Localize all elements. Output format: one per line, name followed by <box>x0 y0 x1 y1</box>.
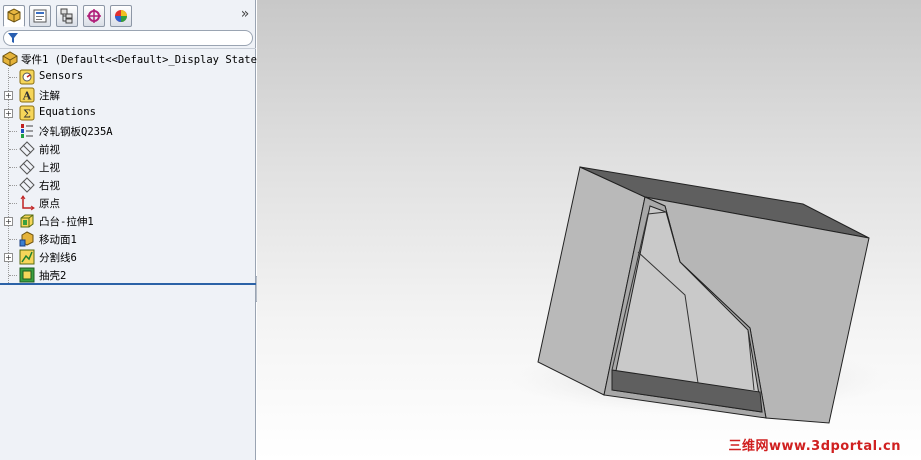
tree-item-label: 前视 <box>39 144 60 156</box>
material-icon <box>21 124 33 138</box>
tree-item-label: 冷轧钢板Q235A <box>39 126 113 138</box>
property-manager-icon <box>33 9 47 23</box>
tree-branch-line <box>9 131 17 132</box>
tree-item-move-face[interactable]: 移动面1 <box>0 230 256 248</box>
origin-icon <box>20 195 35 211</box>
more-tabs-chevron[interactable]: » <box>238 5 252 23</box>
plane-icon <box>19 177 35 193</box>
tree-item-label: 注解 <box>39 90 60 102</box>
tab-feature-tree[interactable] <box>3 5 25 27</box>
svg-text:A: A <box>22 90 32 103</box>
tree-item-top-plane[interactable]: 上视 <box>0 158 256 176</box>
tree-branch-line <box>9 149 17 150</box>
tree-item-label: 凸台-拉伸1 <box>39 216 94 228</box>
tree-item-label: 分割线6 <box>39 252 77 264</box>
tree-item-origin[interactable]: 原点 <box>0 194 256 212</box>
graphics-viewport[interactable]: 三维网www.3dportal.cn <box>257 0 921 460</box>
tree-root-part[interactable]: 零件1 (Default<<Default>_Display State <box>0 50 257 68</box>
tab-dimxpert-manager[interactable] <box>83 5 105 27</box>
feature-manager-tabbar: » <box>0 0 256 30</box>
expand-toggle[interactable]: + <box>4 253 13 262</box>
tab-display-manager[interactable] <box>110 5 132 27</box>
display-manager-icon <box>115 10 127 22</box>
rollback-bar[interactable] <box>0 283 256 285</box>
tab-configuration-manager[interactable] <box>56 5 78 27</box>
tree-item-label: Sensors <box>39 70 84 82</box>
tree-item-right-plane[interactable]: 右视 <box>0 176 256 194</box>
tree-item-shell[interactable]: 抽壳2 <box>0 266 256 284</box>
feature-tree-icon <box>7 8 21 23</box>
tree-item-front-plane[interactable]: 前视 <box>0 140 256 158</box>
split-line-icon <box>19 249 35 265</box>
tree-item-sensors[interactable]: Sensors <box>0 68 256 86</box>
tree-item-boss-extrude[interactable]: + 凸台-拉伸1 <box>0 212 256 230</box>
tree-root-label: 零件1 (Default<<Default>_Display State <box>21 54 257 66</box>
tree-item-material[interactable]: 冷轧钢板Q235A <box>0 122 256 140</box>
move-face-icon <box>19 231 34 247</box>
tree-item-label: 右视 <box>39 180 60 192</box>
expand-toggle[interactable]: + <box>4 109 13 118</box>
tree-item-label: 移动面1 <box>39 234 77 246</box>
tree-branch-line <box>9 185 17 186</box>
equations-icon: Σ <box>19 105 35 121</box>
plane-icon <box>19 141 35 157</box>
configuration-manager-icon <box>60 8 73 24</box>
tree-item-label: 抽壳2 <box>39 270 67 282</box>
shell-icon <box>19 267 35 283</box>
tree-branch-line <box>9 275 17 276</box>
tree-branch-line <box>9 239 17 240</box>
dimxpert-icon <box>87 9 101 23</box>
tree-item-annotations[interactable]: + A 注解 <box>0 86 256 104</box>
tree-item-label: 原点 <box>39 198 60 210</box>
plane-icon <box>19 159 35 175</box>
tree-branch-line <box>9 77 17 78</box>
feature-manager-panel: » 零件1 (Default<<Default>_Display State S… <box>0 0 257 460</box>
tree-separator <box>0 48 256 49</box>
sensors-icon <box>19 69 35 85</box>
boss-extrude-icon <box>20 214 34 228</box>
tree-branch-line <box>9 203 17 204</box>
svg-text:Σ: Σ <box>23 108 31 121</box>
tree-item-equations[interactable]: + Σ Equations <box>0 104 256 122</box>
expand-toggle[interactable]: + <box>4 91 13 100</box>
tree-item-split-line[interactable]: + 分割线6 <box>0 248 256 266</box>
tab-property-manager[interactable] <box>29 5 51 27</box>
tree-branch-line <box>9 167 17 168</box>
part-icon <box>2 51 18 67</box>
filter-icon <box>8 33 18 43</box>
tree-item-label: 上视 <box>39 162 60 174</box>
feature-filter-input[interactable] <box>3 30 253 46</box>
watermark-text: 三维网www.3dportal.cn <box>728 439 901 454</box>
tree-item-label: Equations <box>39 106 96 118</box>
expand-toggle[interactable]: + <box>4 217 13 226</box>
annotations-icon: A <box>19 87 35 103</box>
shelled-box-model[interactable] <box>257 0 921 460</box>
